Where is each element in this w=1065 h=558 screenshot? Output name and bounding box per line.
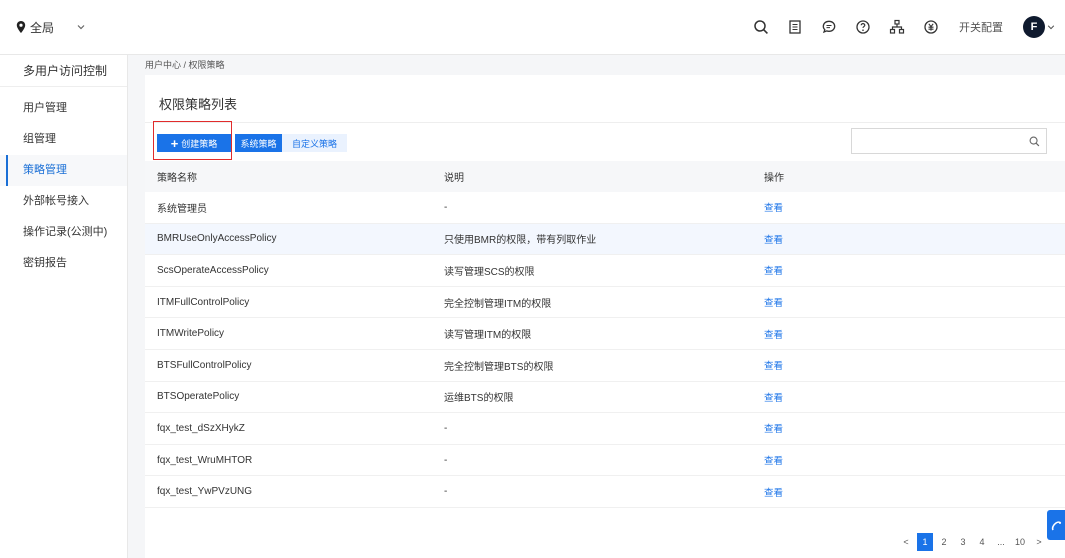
policy-table: 策略名称 说明 操作 系统管理员 - 查看 BMRUseOnlyAccessPo… <box>145 161 1065 508</box>
main-panel: 权限策略列表 + 创建策略 系统策略 自定义策略 策略名称 说明 操作 系统管理… <box>145 75 1065 558</box>
view-link[interactable]: 查看 <box>764 203 783 214</box>
policy-name: BTSOperatePolicy <box>157 391 240 403</box>
sidebar-item-users[interactable]: 用户管理 <box>0 93 127 124</box>
region-selector[interactable]: 全局 <box>0 0 128 55</box>
policy-description: 读写管理SCS的权限 <box>444 266 535 278</box>
header-policy-name: 策略名称 <box>157 173 197 184</box>
policy-name: ITMFullControlPolicy <box>157 296 250 308</box>
table-row: fqx_test_dSzXHykZ - 查看 <box>145 413 1065 445</box>
search-icon[interactable] <box>1022 129 1046 153</box>
prev-page-button[interactable]: < <box>898 533 914 551</box>
table-row: BTSFullControlPolicy 完全控制管理BTS的权限 查看 <box>145 350 1065 382</box>
policy-description: - <box>444 486 448 498</box>
sidebar-item-policies[interactable]: 策略管理 <box>0 155 127 186</box>
policy-name: ScsOperateAccessPolicy <box>157 264 269 276</box>
message-icon[interactable] <box>813 0 845 55</box>
help-icon[interactable] <box>847 0 879 55</box>
document-icon[interactable] <box>779 0 811 55</box>
view-link[interactable]: 查看 <box>764 393 783 404</box>
policy-name: fqx_test_dSzXHykZ <box>157 422 245 434</box>
table-row: 系统管理员 - 查看 <box>145 192 1065 224</box>
create-policy-label: 创建策略 <box>181 138 218 149</box>
table-header: 策略名称 说明 操作 <box>145 161 1065 192</box>
tab-system-policies[interactable]: 系统策略 <box>235 134 282 152</box>
region-label: 全局 <box>30 20 55 35</box>
avatar[interactable]: F <box>1023 16 1045 38</box>
feedback-icon <box>1051 521 1062 531</box>
view-link[interactable]: 查看 <box>764 235 783 246</box>
policy-description: 只使用BMR的权限，带有列取作业 <box>444 235 597 247</box>
table-row: fqx_test_WruMHTOR - 查看 <box>145 445 1065 477</box>
search-icon[interactable] <box>745 0 777 55</box>
location-pin-icon <box>16 21 26 33</box>
policy-name: fqx_test_WruMHTOR <box>157 454 253 466</box>
top-bar: 全局 开关配置 F <box>0 0 1065 55</box>
org-structure-icon[interactable] <box>881 0 913 55</box>
view-link[interactable]: 查看 <box>764 266 783 277</box>
policy-description: - <box>444 422 448 434</box>
chevron-down-icon[interactable] <box>1047 23 1055 31</box>
sidebar: 多用户访问控制 用户管理 组管理 策略管理 外部帐号接入 操作记录(公测中) 密… <box>0 55 128 558</box>
sidebar-item-groups[interactable]: 组管理 <box>0 124 127 155</box>
table-row: BTSOperatePolicy 运维BTS的权限 查看 <box>145 382 1065 414</box>
table-row: BMRUseOnlyAccessPolicy 只使用BMR的权限，带有列取作业 … <box>145 223 1065 256</box>
search-box[interactable] <box>851 128 1047 154</box>
page-2-button[interactable]: 2 <box>936 533 952 551</box>
page-10-button[interactable]: 10 <box>1012 533 1028 551</box>
policy-description: 完全控制管理BTS的权限 <box>444 361 554 373</box>
sidebar-item-external-accounts[interactable]: 外部帐号接入 <box>0 186 127 217</box>
policy-description: 读写管理ITM的权限 <box>444 330 532 342</box>
divider <box>145 122 1065 123</box>
policy-description: 完全控制管理ITM的权限 <box>444 298 552 310</box>
tab-custom-policies[interactable]: 自定义策略 <box>282 134 347 152</box>
view-link[interactable]: 查看 <box>764 488 783 499</box>
switch-config-link[interactable]: 开关配置 <box>959 19 1003 35</box>
chevron-down-icon <box>77 25 85 30</box>
policy-description: - <box>444 201 448 213</box>
sidebar-item-operation-logs[interactable]: 操作记录(公测中) <box>0 217 127 248</box>
table-row: ITMFullControlPolicy 完全控制管理ITM的权限 查看 <box>145 287 1065 319</box>
breadcrumb: 用户中心 / 权限策略 <box>145 60 225 70</box>
view-link[interactable]: 查看 <box>764 298 783 309</box>
floating-feedback-button[interactable] <box>1047 510 1065 540</box>
pagination: < 1 2 3 4 ... 10 > <box>895 533 1047 551</box>
view-link[interactable]: 查看 <box>764 424 783 435</box>
policy-name: ITMWritePolicy <box>157 328 225 340</box>
policy-name: BMRUseOnlyAccessPolicy <box>157 233 277 245</box>
policy-name: BTSFullControlPolicy <box>157 359 252 371</box>
policy-name: fqx_test_YwPVzUNG <box>157 486 253 498</box>
create-policy-button[interactable]: + 创建策略 <box>157 134 231 152</box>
sidebar-title: 多用户访问控制 <box>0 55 127 87</box>
header-description: 说明 <box>444 173 464 184</box>
next-page-button[interactable]: > <box>1031 533 1047 551</box>
policy-name: 系统管理员 <box>157 203 207 215</box>
page-title: 权限策略列表 <box>159 97 238 112</box>
page-3-button[interactable]: 3 <box>955 533 971 551</box>
view-link[interactable]: 查看 <box>764 361 783 372</box>
table-row: fqx_test_YwPVzUNG - 查看 <box>145 476 1065 508</box>
search-input[interactable] <box>852 129 1022 153</box>
view-link[interactable]: 查看 <box>764 456 783 467</box>
table-row: ScsOperateAccessPolicy 读写管理SCS的权限 查看 <box>145 255 1065 287</box>
plus-icon: + <box>170 135 179 151</box>
policy-description: - <box>444 454 448 466</box>
currency-icon[interactable] <box>915 0 947 55</box>
page-4-button[interactable]: 4 <box>974 533 990 551</box>
policy-description: 运维BTS的权限 <box>444 393 514 405</box>
sidebar-item-key-report[interactable]: 密钥报告 <box>0 248 127 279</box>
header-actions: 操作 <box>764 173 784 184</box>
page-1-button[interactable]: 1 <box>917 533 933 551</box>
page-ellipsis: ... <box>997 537 1005 547</box>
table-row: ITMWritePolicy 读写管理ITM的权限 查看 <box>145 318 1065 350</box>
view-link[interactable]: 查看 <box>764 330 783 341</box>
